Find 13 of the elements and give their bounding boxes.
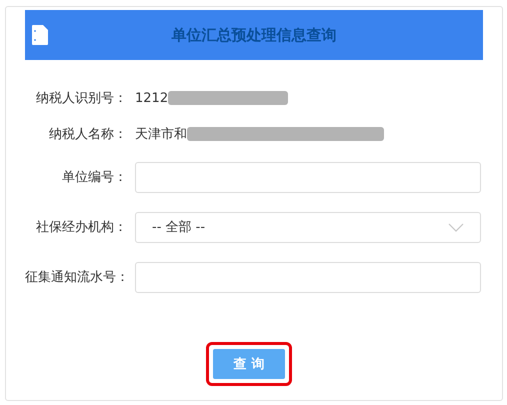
field-value: 天津市和 <box>135 126 187 143</box>
document-icon <box>32 25 48 45</box>
field-value: 1212 <box>135 90 168 106</box>
field-label: 社保经办机构： <box>35 219 127 236</box>
field-label: 征集通知流水号： <box>25 269 127 286</box>
select-field[interactable]: -- 全部 -- <box>135 212 481 242</box>
header-title: 单位汇总预处理信息查询 <box>170 26 338 44</box>
input-field[interactable] <box>135 162 481 192</box>
input-field[interactable] <box>135 262 481 292</box>
chevron-down-icon <box>448 222 464 232</box>
field-label: 纳税人识别号： <box>35 90 127 107</box>
field-label: 纳税人名称： <box>48 126 127 143</box>
field-label: 单位编号： <box>61 169 127 186</box>
